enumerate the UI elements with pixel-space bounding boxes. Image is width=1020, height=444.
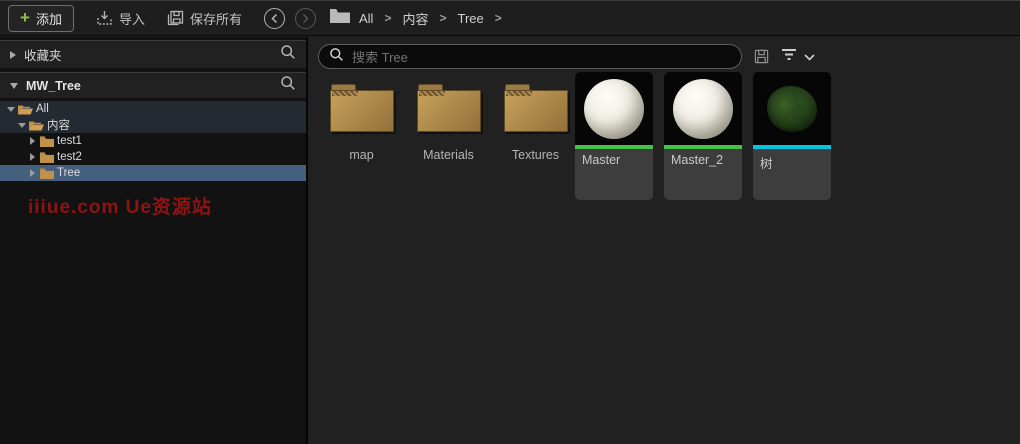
breadcrumb-label[interactable]: Tree: [457, 11, 483, 26]
collection-search-icon[interactable]: [280, 75, 296, 96]
material-sphere-icon: [673, 78, 733, 139]
asset-group: Master Master_2 树: [575, 72, 831, 200]
tree-item-label: 内容: [47, 120, 70, 132]
expander-icon[interactable]: [30, 169, 35, 177]
tree-item-label: Tree: [57, 167, 81, 179]
search-icon: [329, 47, 344, 67]
search-input[interactable]: 搜索 Tree: [318, 44, 742, 69]
asset-grid: map Materials Textures Master Master_2 树: [308, 69, 1020, 200]
tree-item-label: test1: [57, 135, 82, 147]
history-nav: [263, 7, 316, 29]
folder-name: Textures: [511, 148, 560, 162]
save-all-button[interactable]: 保存所有: [167, 9, 242, 28]
breadcrumb-label[interactable]: 内容: [402, 9, 428, 28]
breadcrumb: All > 内容 > Tree >: [359, 9, 513, 28]
breadcrumb-separator-icon: >: [494, 11, 502, 25]
tree-item[interactable]: All: [0, 101, 306, 117]
breadcrumb-separator-icon: >: [439, 11, 447, 25]
breadcrumb-item: All >: [359, 11, 402, 26]
save-all-button-label: 保存所有: [189, 11, 242, 27]
chevron-down-icon: [10, 82, 18, 89]
asset-name: Master: [582, 153, 621, 167]
filter-button[interactable]: [781, 48, 815, 66]
sources-panel: 收藏夹 MW_Tree All 内容 test1 test2 Tree iiiu…: [0, 37, 306, 444]
asset-tile[interactable]: Master: [575, 72, 653, 200]
asset-tile[interactable]: 树: [753, 72, 831, 200]
favorites-header[interactable]: 收藏夹: [0, 40, 306, 68]
tree-item-label: All: [36, 103, 49, 115]
filter-icon: [781, 48, 797, 66]
folder-tile[interactable]: map: [318, 72, 405, 162]
import-button-label: 导入: [118, 11, 145, 27]
folder-closed-icon: [40, 135, 54, 147]
import-icon: [96, 10, 113, 26]
folder-tile[interactable]: Materials: [405, 72, 492, 162]
current-folder-icon: [329, 8, 350, 28]
asset-thumbnail: [753, 72, 831, 145]
tree-item[interactable]: test2: [0, 149, 306, 165]
tree-item[interactable]: Tree: [0, 165, 306, 181]
collection-header[interactable]: MW_Tree: [0, 72, 306, 98]
folder-closed-icon: [40, 167, 54, 179]
forward-button[interactable]: [294, 7, 316, 29]
expander-icon[interactable]: [18, 122, 26, 128]
folder-open-icon: [29, 121, 44, 130]
tree-mesh-icon: [767, 85, 817, 132]
search-row: 搜索 Tree: [308, 37, 1020, 69]
add-button-label: 添加: [35, 11, 62, 27]
asset-panel: 搜索 Tree map Materials Textures Master Ma…: [308, 37, 1020, 444]
search-placeholder: 搜索 Tree: [352, 50, 408, 65]
watermark-text: iiiue.com Ue资源站: [28, 197, 212, 218]
folder-icon: [329, 84, 394, 132]
content-browser-window: + 添加 导入 保存所有 All > 内容 > Tree > 收藏夹 MW_Tr…: [0, 0, 1020, 444]
folder-group: map Materials Textures: [318, 72, 579, 162]
expander-icon[interactable]: [7, 106, 15, 112]
folder-icon: [416, 84, 481, 132]
folder-tree: All 内容 test1 test2 Tree: [0, 101, 306, 181]
plus-icon: +: [20, 7, 30, 27]
asset-tile[interactable]: Master_2: [664, 72, 742, 200]
folder-tile[interactable]: Textures: [492, 72, 579, 162]
expander-icon[interactable]: [30, 137, 35, 145]
back-button[interactable]: [263, 7, 285, 29]
folder-closed-icon: [40, 151, 54, 163]
favorites-search-icon[interactable]: [280, 44, 296, 65]
folder-name: Materials: [423, 148, 474, 162]
breadcrumb-separator-icon: >: [384, 11, 392, 25]
breadcrumb-label[interactable]: All: [359, 11, 373, 26]
asset-thumbnail: [664, 72, 742, 145]
tree-item[interactable]: test1: [0, 133, 306, 149]
chevron-right-icon: [10, 50, 16, 59]
tree-item-label: test2: [57, 151, 82, 163]
asset-name: 树: [760, 157, 773, 171]
material-sphere-icon: [584, 78, 644, 139]
add-button[interactable]: + 添加: [8, 4, 74, 32]
folder-name: map: [349, 148, 374, 162]
breadcrumb-item: Tree >: [457, 11, 512, 26]
save-all-icon: [167, 10, 184, 26]
filter-chevron-down-icon: [804, 48, 815, 66]
collection-label: MW_Tree: [26, 78, 81, 93]
folder-icon: [503, 84, 568, 132]
favorites-label: 收藏夹: [24, 49, 62, 63]
import-button[interactable]: 导入: [96, 9, 145, 28]
save-search-icon[interactable]: [754, 49, 769, 64]
asset-thumbnail: [575, 72, 653, 145]
breadcrumb-item: 内容 >: [402, 9, 457, 28]
tree-item[interactable]: 内容: [0, 117, 306, 133]
toolbar: + 添加 导入 保存所有 All > 内容 > Tree >: [0, 0, 1020, 36]
folder-open-icon: [18, 105, 33, 114]
expander-icon[interactable]: [30, 153, 35, 161]
asset-name: Master_2: [671, 153, 724, 167]
